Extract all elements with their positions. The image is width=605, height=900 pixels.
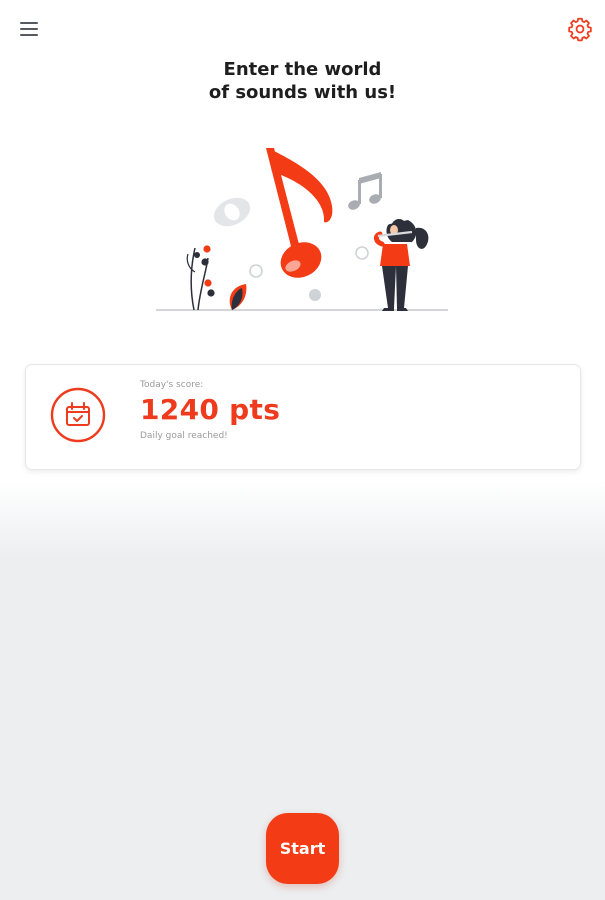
- calendar-check-icon: [50, 387, 106, 443]
- gray-beamed-notes-shape: [348, 172, 382, 210]
- headline-line-2: of sounds with us!: [208, 82, 397, 103]
- headline-line-1: Enter the world: [223, 59, 382, 80]
- music-illustration: [156, 148, 448, 311]
- menu-button[interactable]: [16, 18, 42, 40]
- red-eighth-note-shape: [266, 148, 333, 278]
- start-button[interactable]: Start: [266, 813, 339, 884]
- score-value: 1240 pts: [140, 393, 281, 426]
- page-headline: Enter the world of sounds with us!: [0, 58, 605, 104]
- menu-icon: [20, 22, 38, 24]
- score-caption: Today's score:: [140, 380, 204, 390]
- score-card: Today's score: 1240 pts Daily goal reach…: [25, 364, 581, 470]
- leaf-shape: [229, 284, 247, 310]
- settings-button[interactable]: [567, 16, 593, 42]
- plant-shape: [186, 245, 215, 311]
- score-status: Daily goal reached!: [140, 431, 228, 441]
- woman-with-flute-figure: [373, 219, 429, 311]
- gear-icon: [568, 17, 592, 42]
- whole-note-shape: [213, 197, 251, 227]
